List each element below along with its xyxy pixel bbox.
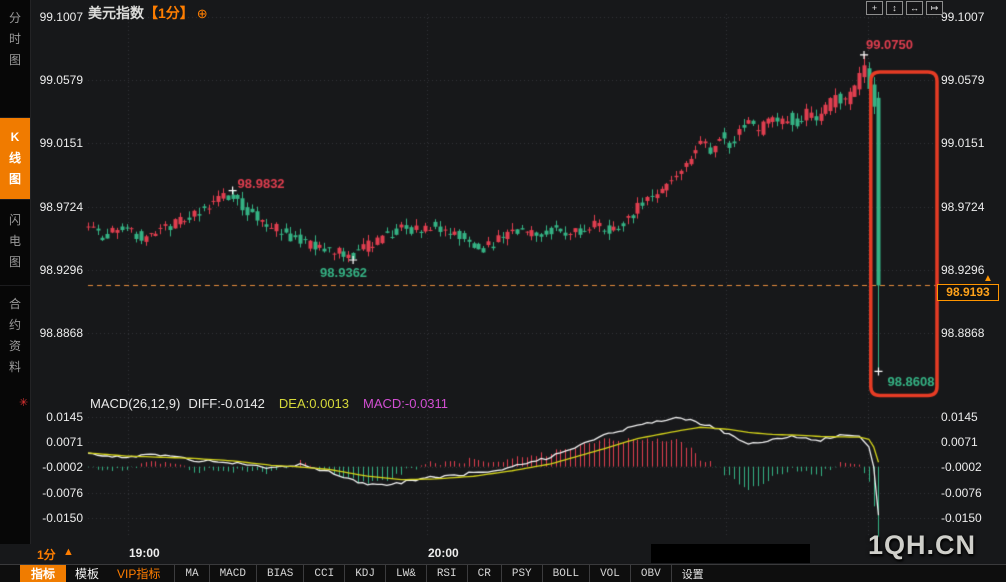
toolbar-tab-vip-indicator[interactable]: VIP指标 — [108, 565, 169, 582]
macd-formula-label: MACD(26,12,9) — [90, 396, 180, 411]
toolbar-indicator-cr[interactable]: CR — [468, 565, 502, 582]
y-axis-scale-icon[interactable]: ↕ — [886, 1, 903, 15]
alarm-icon[interactable]: ✳ — [19, 396, 28, 409]
sidebar-tab-label: K线图 — [8, 127, 22, 190]
toolbar-indicator-cci[interactable]: CCI — [304, 565, 345, 582]
macd-dea-value: DEA:0.0013 — [279, 396, 349, 411]
sidebar-tab-item3[interactable]: 合约资料 — [0, 286, 30, 388]
toolbar-indicator-macd[interactable]: MACD — [210, 565, 257, 582]
sidebar-tab-label: 闪电图 — [8, 210, 22, 273]
last-price-direction-icon: ▲ — [983, 273, 993, 284]
right-axis-label: 0.0071 — [941, 435, 978, 449]
chart-type-sidebar: 分时图 K线图闪电图合约资料 — [0, 0, 31, 544]
pan-icon[interactable]: + — [866, 1, 883, 15]
right-axis-label: 98.9724 — [941, 200, 984, 214]
chart-tool-icons: +↕↔↦ — [866, 1, 943, 15]
right-axis-label: 99.0151 — [941, 136, 984, 150]
redaction-box — [651, 544, 810, 563]
indicator-toolbar: 指标模板VIP指标 MAMACDBIASCCIKDJLW&RSICRPSYBOLL… — [0, 564, 1006, 582]
toolbar-indicator-rsi[interactable]: RSI — [427, 565, 468, 582]
chart-window: 分时图 K线图闪电图合约资料 ✳ 美元指数【1分】⊕ +↕↔↦ MACD(26,1… — [0, 0, 1006, 582]
timeframe-dropdown-icon[interactable]: ▲ — [63, 546, 74, 558]
macd-diff-value: DIFF:-0.0142 — [188, 396, 265, 411]
macd-header: MACD(26,12,9) DIFF:-0.0142 DEA:0.0013 MACD:… — [90, 396, 448, 411]
sidebar-tab-label: 分时图 — [8, 8, 22, 71]
timeframe-label[interactable]: 1分 — [37, 546, 56, 563]
right-axis-label: 99.1007 — [941, 10, 984, 24]
right-axis-label: -0.0002 — [941, 460, 982, 474]
period-tag: 【1分】 — [144, 5, 194, 21]
expand-icon[interactable]: ⊕ — [197, 6, 208, 21]
toolbar-indicator-kdj[interactable]: KDJ — [345, 565, 386, 582]
right-axis-label: 99.0579 — [941, 73, 984, 87]
toolbar-indicator-bias[interactable]: BIAS — [257, 565, 304, 582]
sidebar-tab-label: 合约资料 — [8, 294, 22, 378]
sidebar-tab-item0[interactable]: 分时图 — [0, 0, 30, 118]
toolbar-indicator-obv[interactable]: OBV — [631, 565, 672, 582]
toolbar-settings[interactable]: 设置 — [672, 565, 714, 582]
x-axis-scale-icon[interactable]: ↔ — [906, 1, 923, 15]
instrument-name: 美元指数 — [88, 5, 144, 21]
right-axis-label: 98.9296 — [941, 263, 984, 277]
toolbar-indicator-lw[interactable]: LW& — [386, 565, 427, 582]
right-axis-label: -0.0076 — [941, 486, 982, 500]
last-price-badge: 98.9193 — [937, 284, 999, 301]
chart-title: 美元指数【1分】⊕ — [88, 3, 208, 23]
toolbar-tab-template[interactable]: 模板 — [66, 565, 108, 582]
time-axis-label: 20:00 — [428, 546, 459, 560]
right-axis-label: -0.0150 — [941, 511, 982, 525]
watermark: 1QH.CN — [868, 530, 976, 561]
toolbar-indicator-vol[interactable]: VOL — [590, 565, 631, 582]
toolbar-indicator-ma[interactable]: MA — [174, 565, 209, 582]
toolbar-tab-indicator[interactable]: 指标 — [20, 565, 66, 582]
right-axis-label: 0.0145 — [941, 410, 978, 424]
sidebar-tab-item2[interactable]: 闪电图 — [0, 200, 30, 286]
macd-macd-value: MACD:-0.0311 — [363, 396, 448, 411]
shift-right-icon[interactable]: ↦ — [926, 1, 943, 15]
sidebar-tab-kline[interactable]: K线图 — [0, 118, 30, 200]
candlestick-chart-canvas[interactable] — [0, 0, 1006, 582]
right-axis-label: 98.8868 — [941, 326, 984, 340]
time-axis-label: 19:00 — [129, 546, 160, 560]
toolbar-indicator-boll[interactable]: BOLL — [543, 565, 590, 582]
toolbar-indicator-psy[interactable]: PSY — [502, 565, 543, 582]
